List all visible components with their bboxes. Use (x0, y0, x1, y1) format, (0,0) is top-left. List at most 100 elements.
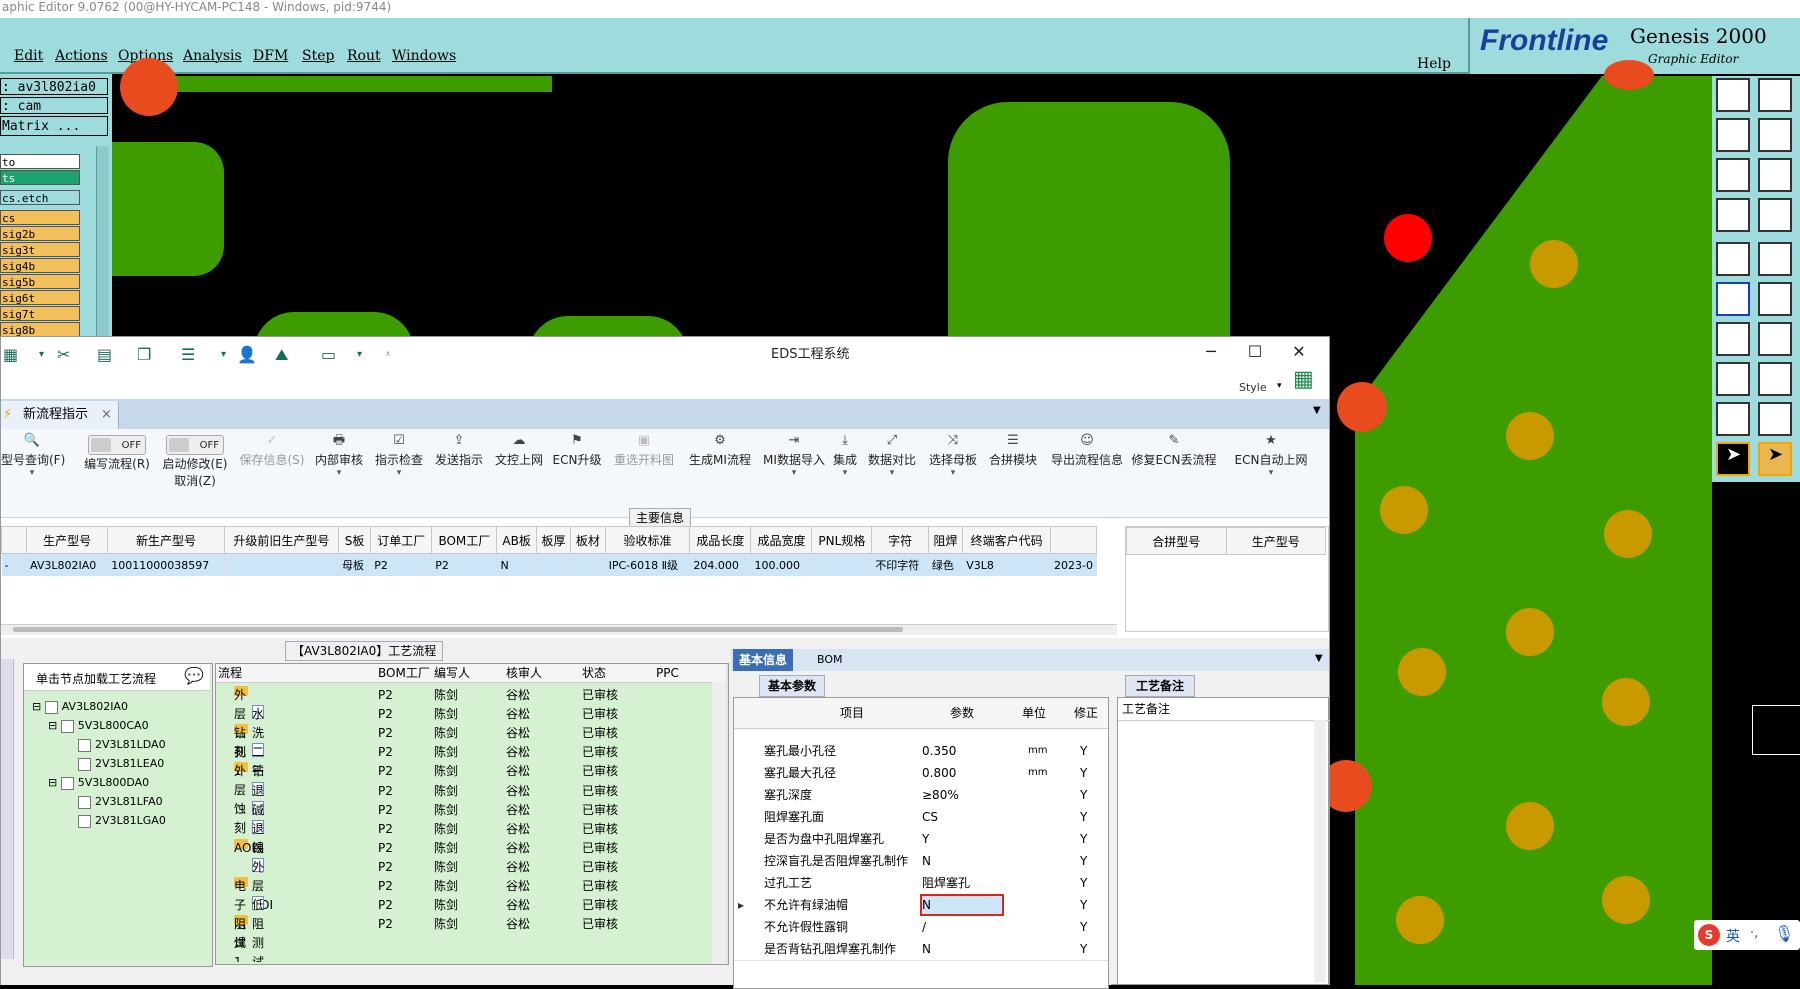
flow-row[interactable]: 电子测试1P2陈剑谷松已审核 (216, 877, 712, 962)
table-cell[interactable]: 10011000038597 (107, 553, 225, 576)
flow-row[interactable]: AOI P2 陈剑 谷松 已审核 (216, 838, 712, 858)
vertical-scrollbar[interactable] (712, 682, 726, 964)
column-header[interactable]: 阻焊 (927, 526, 964, 554)
flow-row[interactable]: 外层AOIP2陈剑谷松已审核 (216, 857, 712, 912)
merge-module-button[interactable]: ☰ 合拼模块 (985, 429, 1041, 517)
param-value[interactable]: Y (922, 830, 1002, 848)
horizontal-scrollbar[interactable] (1, 624, 1117, 635)
tool-button[interactable] (1716, 198, 1750, 232)
table-cell[interactable]: 204.000 (689, 553, 752, 576)
tool-button[interactable] (1758, 402, 1792, 436)
tree-node[interactable]: ⊟ 5V3L800CA0 (48, 719, 149, 733)
copy-icon[interactable]: ❐ (137, 345, 151, 364)
param-value[interactable]: 阻焊塞孔 (922, 874, 1002, 892)
param-row[interactable]: 过孔工艺 阻焊塞孔 Y (734, 872, 1108, 895)
window-icon[interactable]: ▭ (321, 345, 336, 364)
table-cell[interactable]: 绿色 (928, 553, 964, 576)
tab-new-process[interactable]: ⚡ 新流程指示 × (1, 401, 119, 429)
ecn-upgrade-button[interactable]: ⚑ ECN升级 (549, 429, 605, 517)
tree-node[interactable]: 2V3L81LDA0 (78, 738, 166, 752)
flow-row[interactable]: 退膜P2陈剑谷松已审核 (216, 781, 712, 817)
layer-item[interactable]: sig7t (0, 306, 80, 321)
menu-actions[interactable]: Actions (55, 48, 108, 64)
layer-item[interactable]: sig3t (0, 242, 80, 257)
flow-row[interactable]: 外层蚀刻 P2 陈剑 谷松 已审核 (216, 762, 712, 835)
tool-button[interactable] (1716, 362, 1750, 396)
column-header[interactable]: 终端客户代码 (962, 526, 1052, 554)
chevron-down-icon[interactable]: ▾ (221, 349, 226, 360)
ecn-auto-online-button[interactable]: ★ ECN自动上网 ▾ (1223, 429, 1319, 517)
param-value[interactable]: N (920, 894, 1004, 916)
minimize-icon[interactable]: ─ (1191, 339, 1231, 365)
close-icon[interactable]: × (101, 401, 112, 429)
param-value[interactable]: N (922, 940, 1002, 958)
toggle-switch[interactable]: OFF (166, 435, 224, 455)
mi-import-button[interactable]: ⇥ MI数据导入 ▾ (759, 429, 829, 517)
tool-button[interactable] (1758, 362, 1792, 396)
layer-item[interactable]: cs (0, 210, 80, 225)
param-row[interactable]: 是否背钻孔阻焊塞孔制作 N Y (734, 938, 1108, 961)
flow-row[interactable]: 二钻1P2陈剑谷松已审核 (216, 743, 712, 797)
column-header[interactable]: 状态 (582, 664, 606, 682)
layer-item[interactable]: cs.etch (0, 190, 80, 205)
column-header[interactable]: 修正 (1074, 698, 1098, 728)
param-row[interactable]: 是否为盘中孔阻焊塞孔 Y Y (734, 828, 1108, 851)
column-header[interactable]: 项目 (840, 698, 864, 728)
grid-icon[interactable]: ▦ (3, 345, 18, 364)
column-header[interactable]: 流程 (218, 664, 242, 682)
chevron-down-icon[interactable]: ▼ (1313, 405, 1321, 416)
customize-icon[interactable]: ⩡ (385, 349, 391, 360)
column-header[interactable]: 生产型号 (1225, 527, 1326, 555)
table-cell[interactable]: 不印字符 (871, 553, 929, 576)
table-cell[interactable] (224, 553, 340, 576)
tab-basic-info[interactable]: 基本信息 (733, 649, 794, 671)
column-header[interactable]: AB板 (496, 526, 537, 554)
menu-windows[interactable]: Windows (392, 48, 456, 64)
tool-button[interactable] (1716, 402, 1750, 436)
table-cell[interactable]: 100.000 (750, 553, 813, 576)
select-mother-board-button[interactable]: ⤨ 选择母板 ▾ (925, 429, 981, 517)
edit-process-toggle[interactable]: OFF 编写流程(R) (73, 429, 161, 517)
instruction-check-button[interactable]: ☑ 指示检查 ▾ (371, 429, 427, 517)
flow-row[interactable]: 钻孔1P2陈剑谷松已审核 (216, 724, 712, 778)
layer-item[interactable]: ts (0, 170, 80, 185)
reselect-cutting-button[interactable]: ▣ 重选开料图 (609, 429, 679, 517)
user-icon[interactable]: 👤 (237, 345, 257, 364)
doc-online-button[interactable]: ☁ 文控上网 (491, 429, 547, 517)
integrate-button[interactable]: ⤓ 集成 ▾ (831, 429, 859, 517)
param-value[interactable]: / (922, 918, 1002, 936)
column-header[interactable]: 板材 (570, 526, 606, 554)
column-header[interactable]: BOM工厂 (431, 526, 498, 554)
tool-button[interactable] (1758, 322, 1792, 356)
ime-tray[interactable]: S 英 ·, 🎙 (1694, 920, 1800, 950)
flow-row[interactable]: 外层蚀刻1P2陈剑谷松已审核 (216, 686, 712, 778)
chevron-down-icon[interactable]: ▼ (1315, 653, 1323, 664)
style-dropdown[interactable]: Style (1239, 381, 1267, 394)
param-value[interactable]: 0.800 (922, 764, 1002, 782)
column-header[interactable]: 生产型号 (25, 526, 109, 554)
param-row[interactable]: 阻焊塞孔面 CS Y (734, 806, 1108, 829)
flow-row[interactable]: 阻焊 P2 陈剑 谷松 已审核 (216, 915, 712, 950)
menu-analysis[interactable]: Analysis (183, 48, 242, 64)
table-row[interactable]: - AV3L802IA0 10011000038597 母板 P2 P2 N I… (1, 553, 1097, 576)
param-row[interactable]: ▸ 不允许有绿油帽 N Y (734, 894, 1108, 917)
table-cell[interactable]: AV3L802IA0 (26, 553, 109, 576)
param-value[interactable]: ≥80% (922, 786, 1002, 804)
tool-button[interactable] (1716, 158, 1750, 192)
chart-icon[interactable]: ⛰ (275, 345, 288, 365)
tool-button[interactable] (1716, 282, 1750, 316)
layer-item[interactable]: sig5b (0, 274, 80, 289)
table-cell[interactable] (570, 553, 606, 576)
side-collapse-tab[interactable] (1, 659, 14, 959)
generate-mi-button[interactable]: ⚙ 生成MI流程 (685, 429, 755, 517)
column-header[interactable]: S板 (338, 526, 372, 554)
scissors-icon[interactable]: ✂ (57, 345, 70, 364)
column-header[interactable]: 单位 (1022, 698, 1046, 728)
scrollbar-thumb[interactable] (13, 627, 903, 632)
table-cell[interactable]: 母板 (338, 553, 372, 576)
param-row[interactable]: 塞孔深度 ≥80% Y (734, 784, 1108, 807)
flow-row[interactable]: 碱性蚀刻P2陈剑谷松已审核 (216, 800, 712, 874)
tool-button[interactable] (1758, 282, 1792, 316)
param-row[interactable]: 不允许假性露铜 / Y (734, 916, 1108, 939)
column-header[interactable]: 升级前旧生产型号 (223, 526, 340, 554)
